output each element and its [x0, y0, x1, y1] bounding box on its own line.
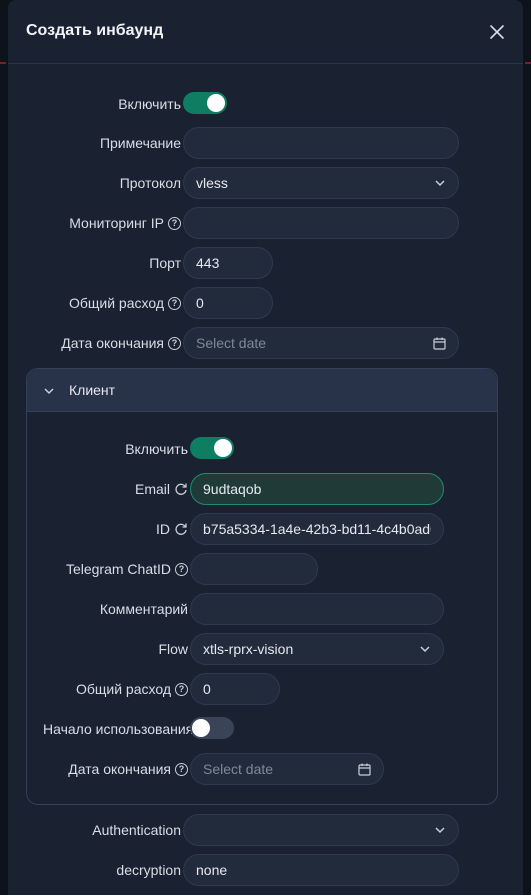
client-telegram-row: Telegram ChatID ?	[27, 553, 497, 585]
expiry-label-text: Дата окончания	[61, 335, 164, 351]
client-expiry-label-text: Дата окончания	[68, 761, 171, 777]
decryption-input[interactable]: none	[183, 854, 459, 886]
close-button[interactable]	[485, 20, 509, 44]
backdrop-accent-right	[525, 62, 531, 64]
question-circle-icon[interactable]: ?	[175, 762, 188, 776]
client-total-value: 0	[203, 681, 211, 697]
authentication-row: Authentication	[8, 814, 523, 846]
total-traffic-label: Общий расход ?	[69, 287, 181, 319]
decryption-row: decryption none	[8, 854, 523, 886]
modal-header: Создать инбаунд	[8, 0, 523, 64]
client-panel: Клиент Включить Email 9udtaqob ID b75a53…	[26, 368, 498, 805]
protocol-select[interactable]: vless	[183, 167, 459, 199]
ip-monitor-row: Мониторинг IP ?	[8, 207, 523, 239]
client-total-input[interactable]: 0	[190, 673, 280, 705]
client-start-label: Начало использования	[43, 721, 193, 737]
chevron-down-icon	[434, 824, 446, 836]
reload-icon[interactable]	[174, 522, 188, 536]
client-total-row: Общий расход ? 0	[27, 673, 497, 705]
client-email-label: Email	[135, 473, 188, 505]
toggle-knob	[207, 94, 225, 112]
decryption-value: none	[196, 862, 228, 878]
expiry-date-picker[interactable]: Select date	[183, 327, 459, 359]
port-row: Порт 443	[8, 247, 523, 279]
client-id-label-text: ID	[156, 521, 170, 537]
client-email-label-text: Email	[134, 481, 170, 497]
total-traffic-label-text: Общий расход	[68, 295, 164, 311]
ip-monitor-label: Мониторинг IP ?	[69, 207, 181, 239]
remark-label: Примечание	[99, 135, 181, 151]
client-comment-input[interactable]	[190, 593, 444, 625]
client-telegram-input[interactable]	[190, 553, 318, 585]
client-expiry-row: Дата окончания ? Select date	[27, 753, 497, 785]
client-expiry-placeholder: Select date	[203, 761, 274, 777]
client-expiry-label: Дата окончания ?	[68, 753, 188, 785]
authentication-label: Authentication	[92, 822, 181, 838]
enable-toggle[interactable]	[183, 92, 227, 114]
ip-monitor-input[interactable]	[183, 207, 459, 239]
chevron-down-icon	[43, 384, 55, 400]
question-circle-icon[interactable]: ?	[168, 336, 181, 350]
enable-label: Включить	[118, 96, 181, 112]
total-traffic-value: 0	[196, 295, 204, 311]
client-expiry-date-picker[interactable]: Select date	[190, 753, 384, 785]
question-circle-icon[interactable]: ?	[175, 562, 188, 576]
client-flow-select[interactable]: xtls-rprx-vision	[190, 633, 444, 665]
protocol-value: vless	[196, 175, 228, 191]
client-total-label: Общий расход ?	[76, 673, 188, 705]
ip-monitor-label-text: Мониторинг IP	[69, 215, 164, 231]
client-email-row: Email 9udtaqob	[27, 473, 497, 505]
protocol-label: Протокол	[119, 175, 181, 191]
modal-title: Создать инбаунд	[26, 22, 164, 39]
chevron-down-icon	[419, 643, 431, 655]
protocol-row: Протокол vless	[8, 167, 523, 199]
client-id-input[interactable]: b75a5334-1a4e-42b3-bd11-4c4b0ad6	[190, 513, 444, 545]
expiry-row: Дата окончания ? Select date	[8, 327, 523, 359]
decryption-label: decryption	[116, 862, 181, 878]
total-traffic-input[interactable]: 0	[183, 287, 273, 319]
client-total-label-text: Общий расход	[75, 681, 171, 697]
client-telegram-label: Telegram ChatID ?	[66, 553, 188, 585]
client-start-row: Начало использования	[27, 713, 497, 745]
port-input[interactable]: 443	[183, 247, 273, 279]
client-enable-toggle[interactable]	[190, 437, 234, 459]
client-panel-title: Клиент	[69, 382, 116, 398]
client-email-value: 9udtaqob	[203, 481, 262, 497]
client-start-toggle[interactable]	[190, 717, 234, 739]
remark-input[interactable]	[183, 127, 459, 159]
question-circle-icon[interactable]: ?	[168, 216, 181, 230]
client-enable-label: Включить	[125, 441, 188, 457]
client-comment-row: Комментарий	[27, 593, 497, 625]
client-flow-row: Flow xtls-rprx-vision	[27, 633, 497, 665]
client-panel-header[interactable]: Клиент	[27, 369, 497, 412]
port-label: Порт	[149, 255, 181, 271]
chevron-down-icon	[434, 177, 446, 189]
reload-icon[interactable]	[174, 482, 188, 496]
enable-row: Включить	[8, 88, 523, 120]
calendar-icon	[433, 337, 446, 350]
client-telegram-label-text: Telegram ChatID	[65, 561, 171, 577]
authentication-select[interactable]	[183, 814, 459, 846]
client-flow-label: Flow	[158, 641, 188, 657]
client-id-value: b75a5334-1a4e-42b3-bd11-4c4b0ad6	[203, 521, 431, 537]
close-icon	[490, 25, 504, 39]
calendar-icon	[358, 763, 371, 776]
question-circle-icon[interactable]: ?	[175, 682, 188, 696]
remark-row: Примечание	[8, 127, 523, 159]
toggle-knob	[192, 719, 210, 737]
expiry-label: Дата окончания ?	[61, 327, 181, 359]
question-circle-icon[interactable]: ?	[168, 296, 181, 310]
backdrop-accent-left	[0, 62, 6, 64]
create-inbound-modal: Создать инбаунд Включить Примечание Прот…	[8, 0, 523, 895]
client-comment-label: Комментарий	[99, 601, 188, 617]
total-traffic-row: Общий расход ? 0	[8, 287, 523, 319]
client-id-label: ID	[156, 513, 188, 545]
port-value: 443	[196, 255, 220, 271]
toggle-knob	[214, 439, 232, 457]
expiry-placeholder: Select date	[196, 335, 267, 351]
client-enable-row: Включить	[27, 433, 497, 465]
client-email-input[interactable]: 9udtaqob	[190, 473, 444, 505]
client-id-row: ID b75a5334-1a4e-42b3-bd11-4c4b0ad6	[27, 513, 497, 545]
client-flow-value: xtls-rprx-vision	[203, 641, 294, 657]
